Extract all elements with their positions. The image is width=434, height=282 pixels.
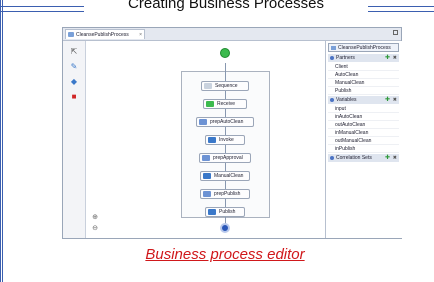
section-variables[interactable]: Variables ✚ ✖ [328,96,399,104]
outline-item[interactable]: ManualClean [328,79,399,87]
activity-icon [204,83,212,89]
outline-item[interactable]: Client [328,63,399,71]
section-icon [330,156,334,160]
activity-icon [199,119,207,125]
section-title: Correlation Sets [336,155,372,161]
activity-invoke[interactable]: Invoke [205,135,245,145]
outline-item[interactable]: outManualClean [328,137,399,145]
activity-label: Receive [217,101,236,107]
editor-tab-bar: CleansePublishProcess × [63,28,401,41]
activity-preppublish[interactable]: prepPublish [200,189,250,199]
title-rule-left [0,6,84,12]
start-event[interactable] [220,48,230,58]
section-title: Partners [336,55,355,61]
tab-cleanse-publish-process[interactable]: CleansePublishProcess × [65,29,145,39]
activity-label: prepAutoClean [210,119,244,125]
tool-palette: ⇱ ✎ ◆ ■ [63,41,86,238]
activity-icon [208,137,216,143]
process-icon [331,46,336,50]
pencil-icon[interactable]: ✎ [67,62,81,72]
activity-label: prepApproval [213,155,243,161]
maximize-icon[interactable] [393,30,398,35]
activity-sequence[interactable]: Sequence [201,81,249,91]
activity-prepautoclean[interactable]: prepAutoClean [196,117,254,127]
process-outline-panel: CleansePublishProcess Partners ✚ ✖ Client Au… [325,41,402,238]
outline-item[interactable]: inPublish [328,145,399,153]
slide-left-border [0,0,4,282]
zoom-out-icon[interactable]: ⊖ [90,224,100,234]
activity-label: prepPublish [214,191,241,197]
activity-prepapproval[interactable]: prepApproval [199,153,251,163]
activity-label: Invoke [219,137,234,143]
end-event[interactable] [220,223,230,233]
activity-icon [208,209,216,215]
outline-item[interactable]: inAutoClean [328,113,399,121]
zoom-in-icon[interactable]: ⊕ [90,213,100,223]
process-canvas[interactable]: ⊕ ⊖ Sequence Receive prepAutoClean Invoke pr… [86,41,324,238]
title-rule-right [368,6,434,12]
pointer-icon[interactable]: ⇱ [67,47,81,57]
add-icon[interactable]: ✚ [385,154,390,162]
process-editor-screenshot: CleansePublishProcess × ⇱ ✎ ◆ ■ ⊕ ⊖ Sequenc… [62,27,402,239]
activity-publish[interactable]: Publish [205,207,245,217]
section-correlation-sets[interactable]: Correlation Sets ✚ ✖ [328,154,399,162]
diamond-icon[interactable]: ◆ [67,77,81,87]
stop-icon[interactable]: ■ [67,92,81,102]
activity-icon [203,173,211,179]
delete-icon[interactable]: ✖ [393,154,397,162]
delete-icon[interactable]: ✖ [393,96,397,104]
activity-icon [202,155,210,161]
tab-label: CleansePublishProcess [76,32,129,38]
activity-label: Sequence [215,83,238,89]
process-name: CleansePublishProcess [338,45,391,51]
activity-icon [203,191,211,197]
outline-item[interactable]: input [328,105,399,113]
section-partners[interactable]: Partners ✚ ✖ [328,54,399,62]
process-root-item[interactable]: CleansePublishProcess [328,43,399,52]
outline-item[interactable]: inManualClean [328,129,399,137]
section-icon [330,98,334,102]
slide-title: Creating Business Processes [128,0,324,12]
add-icon[interactable]: ✚ [385,54,390,62]
process-file-icon [68,32,74,37]
section-title: Variables [336,97,357,103]
outline-item[interactable]: outAutoClean [328,121,399,129]
delete-icon[interactable]: ✖ [393,54,397,62]
activity-label: Publish [219,209,236,215]
outline-item[interactable]: Publish [328,87,399,95]
tab-close-icon[interactable]: × [139,30,142,40]
activity-manualclean[interactable]: ManualClean [200,171,250,181]
activity-label: ManualClean [214,173,244,179]
add-icon[interactable]: ✚ [385,96,390,104]
outline-item[interactable]: AutoClean [328,71,399,79]
activity-receive[interactable]: Receive [203,99,247,109]
slide-caption-link[interactable]: Business process editor [60,246,390,263]
section-icon [330,56,334,60]
activity-icon [206,101,214,107]
